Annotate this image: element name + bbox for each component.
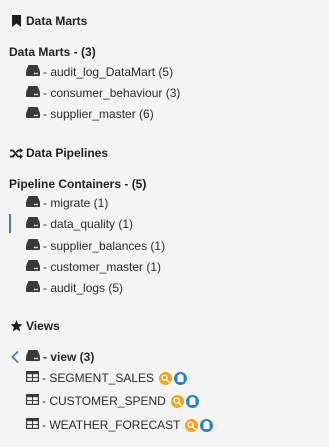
view-item-customer-spend[interactable]: - CUSTOMER_SPEND (26, 393, 199, 409)
view-item-weather-forecast[interactable]: - WEATHER_FORECAST (26, 417, 214, 433)
data-mart-item-consumer-behaviour[interactable]: - consumer_behaviour (3) (26, 85, 180, 101)
data-pipelines-header-label: Data Pipelines (26, 146, 109, 160)
view-group[interactable]: - view (3) (26, 349, 94, 365)
view-item-segment-sales[interactable]: - SEGMENT_SALES (26, 370, 188, 386)
pipeline-item-label: - data_quality (1) (43, 217, 134, 231)
pipeline-item-label: - supplier_balances (1) (43, 239, 166, 253)
view-item-label: - CUSTOMER_SPEND (42, 394, 166, 408)
data-marts-header: Data Marts (9, 14, 87, 28)
data-mart-item-label: - supplier_master (6) (43, 107, 154, 121)
data-marts-group-title: Data Marts - (3) (9, 45, 96, 59)
server-icon (26, 196, 40, 210)
server-icon (26, 281, 40, 295)
table-icon (26, 371, 39, 385)
view-item-label: - SEGMENT_SALES (42, 371, 155, 385)
pipeline-item-label: - audit_logs (5) (43, 281, 124, 295)
data-mart-item-supplier-master[interactable]: - supplier_master (6) (26, 106, 154, 122)
chevron-left-icon[interactable] (10, 350, 20, 364)
data-mart-item-audit-log[interactable]: - audit_log_DataMart (5) (26, 64, 173, 80)
pipeline-item-audit-logs[interactable]: - audit_logs (5) (26, 280, 123, 296)
server-icon (26, 65, 40, 79)
server-icon (26, 239, 40, 253)
pipeline-containers-group-title: Pipeline Containers - (5) (9, 177, 147, 191)
server-icon (26, 86, 40, 100)
view-item-label: - WEATHER_FORECAST (42, 418, 181, 432)
data-marts-header-label: Data Marts (26, 14, 88, 28)
search-icon[interactable] (159, 371, 173, 385)
pipeline-item-label: - migrate (1) (43, 196, 109, 210)
pipeline-item-customer-master[interactable]: - customer_master (1) (26, 259, 161, 275)
view-group-label: - view (3) (43, 350, 95, 364)
pipeline-item-migrate[interactable]: - migrate (1) (26, 195, 108, 211)
views-header: Views (9, 319, 60, 333)
clipboard-icon[interactable] (174, 371, 188, 385)
data-mart-item-label: - consumer_behaviour (3) (43, 86, 181, 100)
data-pipelines-header: Data Pipelines (9, 146, 108, 160)
table-icon (26, 418, 39, 432)
shuffle-icon (9, 146, 23, 160)
server-icon (26, 260, 40, 274)
server-icon (26, 107, 40, 121)
views-header-label: Views (26, 319, 60, 333)
active-item-indicator (9, 214, 11, 233)
bookmark-icon (9, 14, 23, 28)
pipeline-item-data-quality[interactable]: - data_quality (1) (26, 216, 133, 232)
data-mart-item-label: - audit_log_DataMart (5) (43, 65, 174, 79)
pipeline-item-label: - customer_master (1) (43, 260, 162, 274)
table-icon (26, 394, 39, 408)
server-icon (26, 350, 40, 364)
server-icon (26, 217, 40, 231)
pipeline-item-supplier-balances[interactable]: - supplier_balances (1) (26, 238, 165, 254)
search-icon[interactable] (185, 418, 199, 432)
search-icon[interactable] (170, 394, 184, 408)
clipboard-icon[interactable] (185, 394, 199, 408)
clipboard-icon[interactable] (200, 418, 214, 432)
star-icon (9, 319, 23, 333)
